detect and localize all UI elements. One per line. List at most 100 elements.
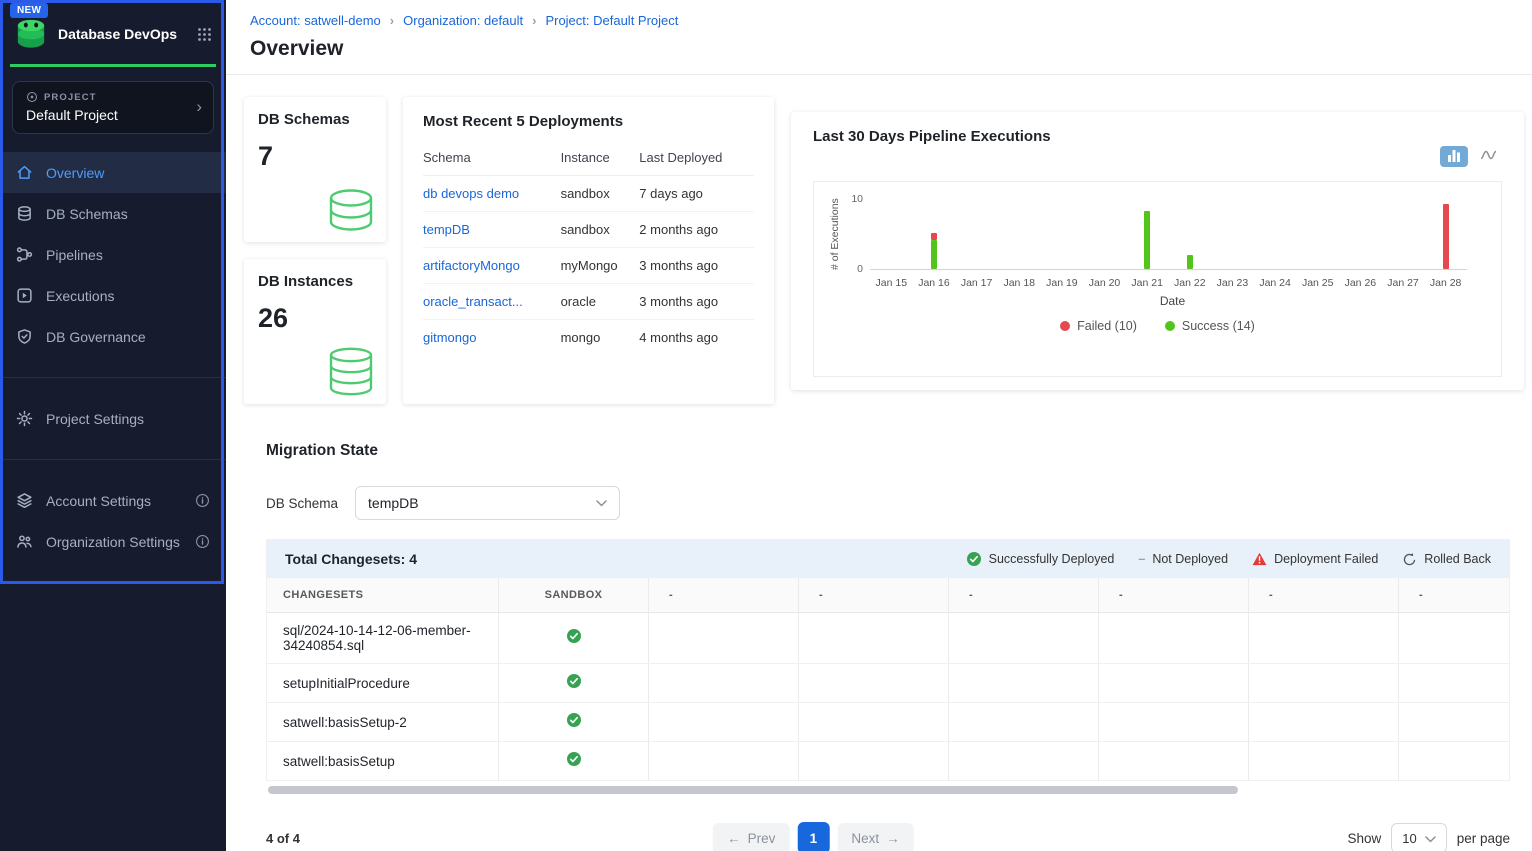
deployments-table: SchemaInstanceLast Deployed db devops de… [423,144,754,355]
next-page-button[interactable]: Next→ [837,823,913,851]
success-status-icon [966,551,982,567]
changeset-row[interactable]: setupInitialProcedure [267,664,1509,703]
chart-bar-success[interactable] [1144,211,1150,269]
current-page-button[interactable]: 1 [797,822,829,851]
deployment-schema-link[interactable]: db devops demo [423,186,519,201]
migration-section: Migration State DB Schema tempDB Total C… [266,442,1510,851]
deployment-last-deployed: 4 months ago [639,320,754,356]
stat-title: DB Schemas [258,111,372,128]
stat-title: DB Instances [258,273,372,290]
chart-legend-item[interactable]: Success (14) [1165,319,1255,333]
deployments-column-header: Instance [561,144,640,176]
x-tick-label: Jan 20 [1083,277,1126,289]
deployment-schema-link[interactable]: tempDB [423,222,470,237]
changeset-name: sql/2024-10-14-12-06-member-34240854.sql [267,613,499,663]
apps-grid-icon[interactable] [197,27,212,42]
changesets-topbar: Total Changesets: 4 Successfully Deploye… [267,540,1509,578]
changeset-row[interactable]: sql/2024-10-14-12-06-member-34240854.sql [267,613,1509,664]
org-icon [16,533,33,550]
changesets-table: Total Changesets: 4 Successfully Deploye… [266,539,1510,781]
sidebar-nav-primary: OverviewDB SchemasPipelinesExecutionsDB … [0,152,226,357]
changesets-body: sql/2024-10-14-12-06-member-34240854.sql… [267,613,1509,781]
db-schema-select[interactable]: tempDB [355,486,620,520]
x-tick-label: Jan 19 [1041,277,1084,289]
x-tick-label: Jan 16 [913,277,956,289]
chart-panel: # of Executions 100 Jan 15Jan 16Jan 17Ja… [813,181,1502,377]
changeset-empty-cell [799,664,949,702]
changeset-empty-cell [949,742,1099,780]
changeset-empty-cell [949,613,1099,663]
failed-status-icon [1252,552,1267,566]
sidebar-item-account-settings[interactable]: Account Settings [0,480,226,521]
changeset-name: satwell:basisSetup-2 [267,703,499,741]
changeset-empty-cell [649,742,799,780]
page-size-select[interactable]: 10 [1391,823,1446,851]
deployment-schema-link[interactable]: gitmongo [423,330,476,345]
changeset-empty-cell [1399,703,1509,741]
chevron-down-icon [1425,831,1436,846]
changeset-empty-cell [1099,742,1249,780]
breadcrumb-separator-icon: › [390,13,394,28]
changeset-empty-cell [649,664,799,702]
changesets-column-header: SANDBOX [499,578,649,612]
chart-bar-failed[interactable] [1443,204,1449,269]
sidebar-item-pipelines[interactable]: Pipelines [0,234,226,275]
app-logo-icon [14,18,48,50]
deployment-schema-link[interactable]: oracle_transact... [423,294,523,309]
chart-type-toggles [1440,146,1502,167]
changeset-status-cell [499,742,649,780]
chart-bar-success[interactable] [1187,255,1193,269]
stat-value: 26 [258,303,372,334]
changeset-empty-cell [1099,703,1249,741]
sidebar-item-organization-settings[interactable]: Organization Settings [0,521,226,562]
sidebar-item-db-governance[interactable]: DB Governance [0,316,226,357]
chart-bar-failed[interactable] [931,233,937,240]
project-selector[interactable]: PROJECT Default Project › [12,81,214,134]
account-icon [16,492,33,509]
db-instances-icon [322,346,380,400]
x-tick-label: Jan 24 [1254,277,1297,289]
success-status-icon [566,751,582,772]
success-status-icon [566,712,582,733]
changeset-name: setupInitialProcedure [267,664,499,702]
changeset-empty-cell [1399,613,1509,663]
changeset-empty-cell [1249,664,1399,702]
bar-chart-toggle[interactable] [1440,146,1468,167]
breadcrumb-link[interactable]: Account: satwell-demo [250,13,381,28]
sidebar-item-db-schemas[interactable]: DB Schemas [0,193,226,234]
sidebar-item-project-settings[interactable]: Project Settings [0,398,226,439]
breadcrumb-link[interactable]: Organization: default [403,13,523,28]
x-tick-label: Jan 25 [1296,277,1339,289]
changeset-row[interactable]: satwell:basisSetup [267,742,1509,781]
page-header: Account: satwell-demo › Organization: defa… [226,0,1532,74]
changeset-empty-cell [799,703,949,741]
pagination-count: 4 of 4 [266,831,300,846]
prev-page-button[interactable]: ←Prev [713,823,789,851]
deployment-row: artifactoryMongomyMongo3 months ago [423,248,754,284]
scrollbar-thumb[interactable] [268,786,1238,794]
info-icon[interactable] [195,493,210,508]
chart-legend-item[interactable]: Failed (10) [1060,319,1137,333]
x-tick-label: Jan 28 [1424,277,1467,289]
changeset-row[interactable]: satwell:basisSetup-2 [267,703,1509,742]
deployments-header-row: SchemaInstanceLast Deployed [423,144,754,176]
sidebar-item-executions[interactable]: Executions [0,275,226,316]
line-chart-toggle[interactable] [1474,146,1502,167]
info-icon[interactable] [195,534,210,549]
chart-bar-success[interactable] [931,240,937,269]
chevron-down-icon [596,500,607,507]
governance-icon [16,328,33,345]
breadcrumb-link[interactable]: Project: Default Project [545,13,678,28]
sidebar-item-overview[interactable]: Overview [0,152,226,193]
deployment-instance: sandbox [561,212,640,248]
changeset-status-cell [499,664,649,702]
main-area: Account: satwell-demo › Organization: defa… [226,0,1532,851]
changeset-empty-cell [1249,613,1399,663]
changesets-column-header: - [1399,578,1509,612]
migration-title: Migration State [266,442,1510,460]
deployment-schema-link[interactable]: artifactoryMongo [423,258,520,273]
horizontal-scrollbar[interactable] [266,786,1510,794]
status-legend-item: Successfully Deployed [966,551,1115,567]
success-status-icon [566,628,582,649]
changesets-column-header: - [649,578,799,612]
